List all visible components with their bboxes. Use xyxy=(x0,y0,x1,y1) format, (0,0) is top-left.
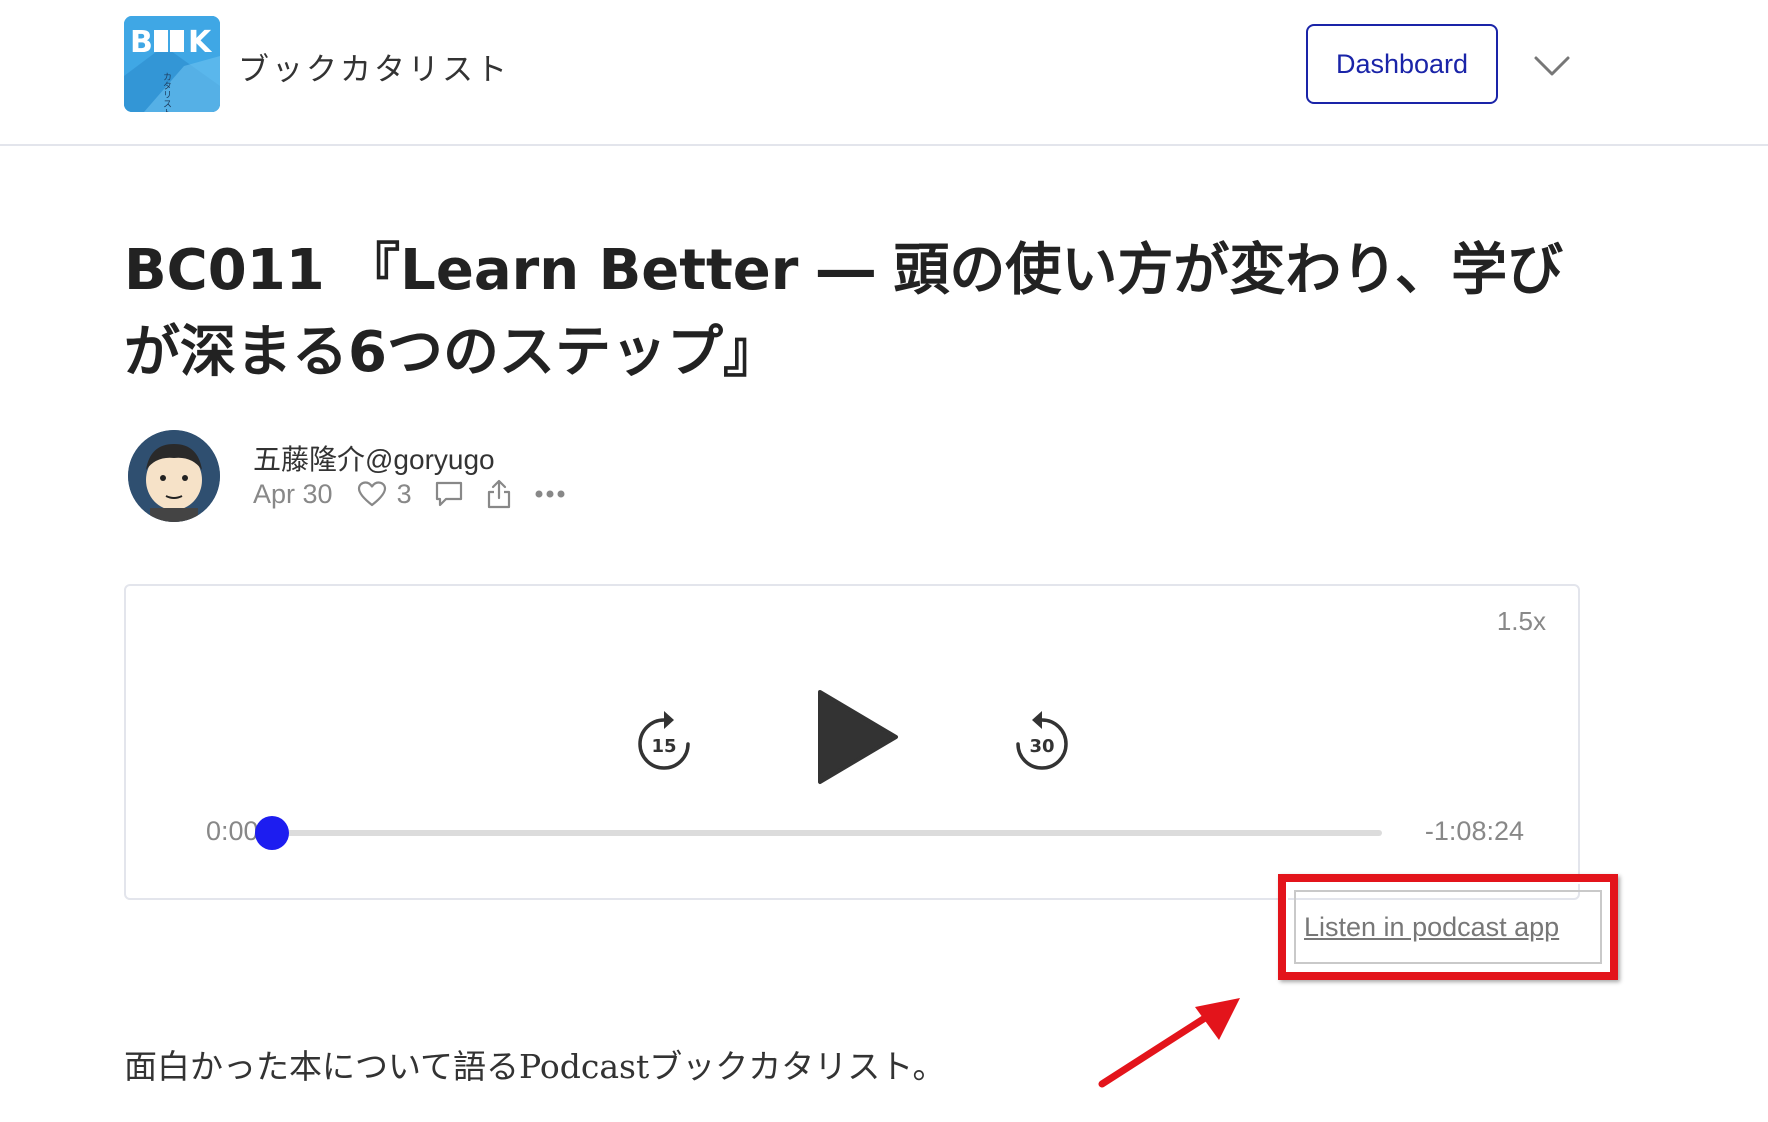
svg-text:カタリスト: カタリスト xyxy=(161,72,172,112)
comment-icon[interactable] xyxy=(434,480,464,508)
remaining-time: -1:08:24 xyxy=(1424,816,1524,846)
play-icon[interactable] xyxy=(816,688,900,786)
skip-forward-label: 30 xyxy=(1029,736,1054,757)
book-logo-icon: B K カタリスト xyxy=(124,16,220,112)
chevron-down-icon[interactable] xyxy=(1532,50,1572,80)
post-date: Apr 30 xyxy=(253,478,333,509)
author-avatar[interactable] xyxy=(128,430,220,522)
publication-name[interactable]: ブックカタリスト xyxy=(238,44,510,89)
listen-in-podcast-app-link[interactable]: Listen in podcast app xyxy=(1304,912,1559,943)
more-options-icon[interactable] xyxy=(534,489,566,499)
dashboard-button[interactable]: Dashboard xyxy=(1306,24,1498,104)
svg-text:B: B xyxy=(130,25,153,60)
skip-back-15-icon[interactable]: 15 xyxy=(636,708,692,770)
author-name[interactable]: 五藤隆介@goryugo xyxy=(253,438,495,478)
svg-text:K: K xyxy=(188,25,213,60)
share-icon[interactable] xyxy=(486,479,512,509)
publication-logo[interactable]: B K カタリスト xyxy=(124,16,220,112)
annotation-arrow-icon xyxy=(1096,994,1244,1090)
post-meta: Apr 30 3 xyxy=(253,474,576,514)
current-time: 0:00 xyxy=(206,816,259,846)
heart-icon[interactable] xyxy=(357,480,387,508)
skip-forward-30-icon[interactable]: 30 xyxy=(1014,708,1070,770)
like-count: 3 xyxy=(396,478,412,509)
skip-back-label: 15 xyxy=(651,736,676,757)
avatar-illustration-icon xyxy=(128,430,220,522)
playback-speed-button[interactable]: 1.5x xyxy=(1497,606,1546,637)
body-first-line: 面白かった本について語るPodcastブックカタリスト。 xyxy=(124,1047,946,1086)
site-header: B K カタリスト ブックカタリスト Dashboard xyxy=(0,0,1768,146)
post-title: BC011 『Learn Better ― 頭の使い方が変わり、学びが深まる6つ… xyxy=(124,238,1564,385)
page: B K カタリスト ブックカタリスト Dashboard BC011 『Lear… xyxy=(0,0,1768,1122)
progress-track[interactable] xyxy=(255,816,1382,850)
progress-knob[interactable] xyxy=(255,816,289,850)
audio-player: 1.5x 15 30 0:00 -1:08:24 xyxy=(124,584,1580,900)
